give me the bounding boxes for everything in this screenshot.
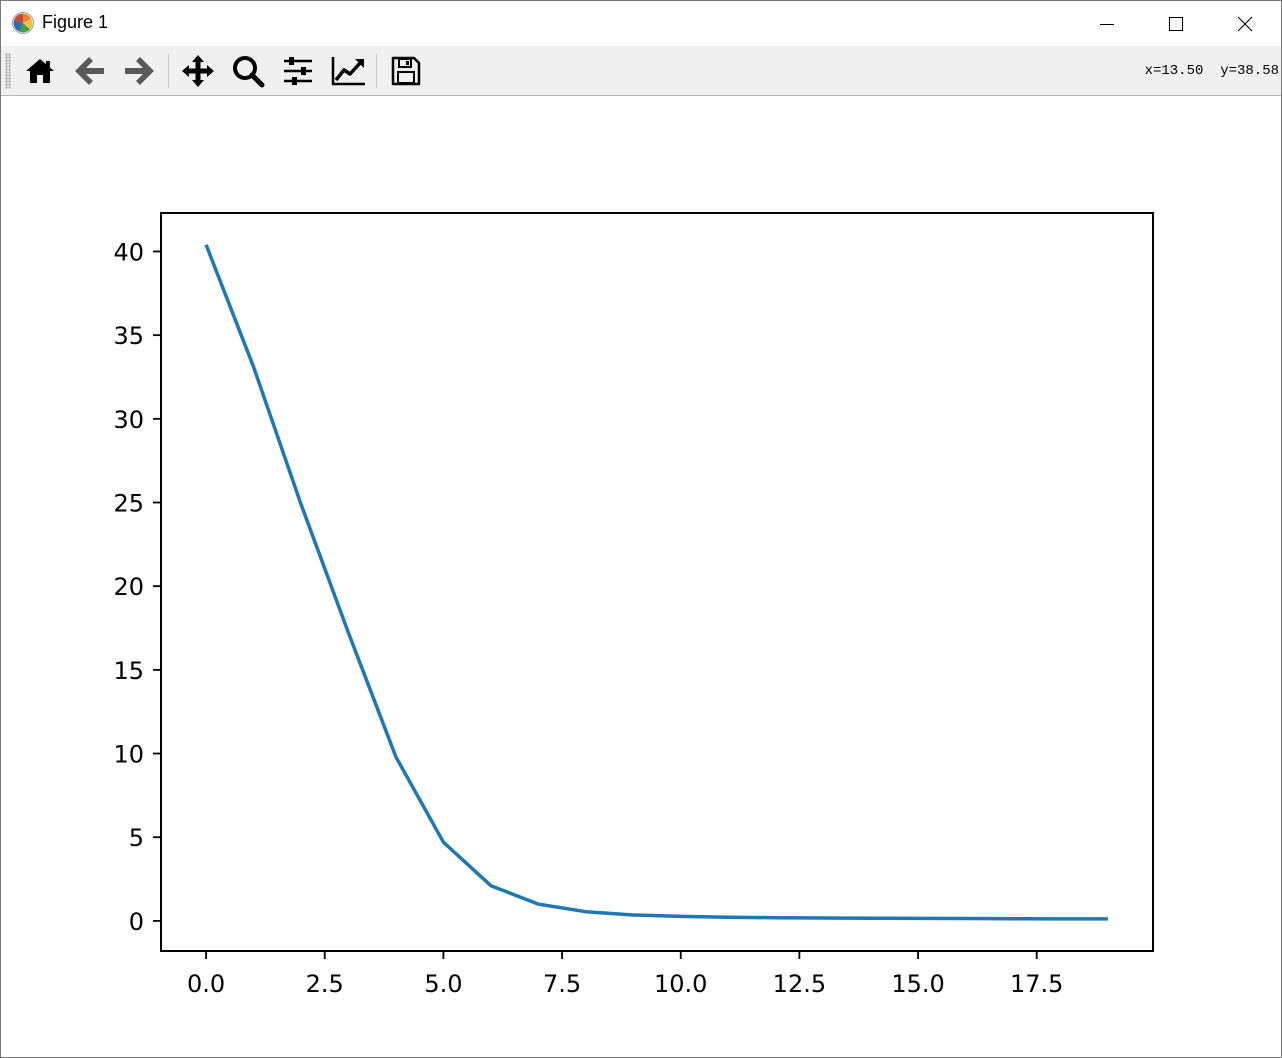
toolbar-grip[interactable] — [5, 53, 11, 89]
close-button[interactable] — [1210, 1, 1279, 46]
y-tick-label: 30 — [113, 406, 144, 434]
home-button[interactable] — [19, 50, 61, 92]
toolbar-separator — [376, 54, 377, 88]
series-line — [204, 244, 1108, 921]
arrow-right-icon — [125, 57, 154, 85]
x-tick-label: 2.5 — [306, 970, 344, 998]
home-icon — [26, 59, 54, 83]
figure-window: Figure 1 x=13.50 y=38.58 0.0 2.5 5.0 7.5… — [0, 0, 1282, 1058]
y-tick-label: 0 — [129, 908, 144, 936]
line-chart-icon — [331, 57, 365, 86]
y-tick-label: 20 — [113, 573, 144, 601]
cursor-coordinates: x=13.50 y=38.58 — [1144, 63, 1279, 79]
save-button[interactable] — [385, 50, 427, 92]
figure-canvas[interactable]: 0.0 2.5 5.0 7.5 10.0 12.5 15.0 17.5 0 5 10 15 20 25 30… — [1, 96, 1281, 1057]
maximize-button[interactable] — [1141, 1, 1210, 46]
window-title: Figure 1 — [42, 12, 109, 32]
maximize-icon — [1168, 16, 1183, 31]
y-tick-label: 40 — [113, 238, 144, 266]
title-bar[interactable]: Figure 1 — [1, 1, 1281, 46]
x-tick-label: 10.0 — [654, 970, 707, 998]
zoom-button[interactable] — [227, 50, 269, 92]
navigation-toolbar: x=13.50 y=38.58 — [1, 46, 1281, 96]
x-tick-label: 12.5 — [773, 970, 826, 998]
x-tick-label: 7.5 — [543, 970, 581, 998]
axes-frame — [160, 212, 1154, 952]
magnifier-icon — [233, 56, 265, 88]
y-tick-label: 25 — [113, 490, 144, 518]
minimize-icon — [1099, 23, 1114, 25]
y-tick-label: 15 — [113, 657, 144, 685]
back-button[interactable] — [69, 50, 111, 92]
line-chart[interactable]: 0.0 2.5 5.0 7.5 10.0 12.5 15.0 17.5 0 5 10 15 20 25 30… — [1, 96, 1281, 1057]
y-tick-label: 5 — [129, 824, 144, 852]
matplotlib-icon — [12, 12, 34, 34]
y-tick-label: 10 — [113, 741, 144, 769]
pan-button[interactable] — [177, 50, 219, 92]
x-tick-label: 5.0 — [424, 970, 462, 998]
x-tick-label: 0.0 — [187, 970, 225, 998]
x-tick-label: 15.0 — [891, 970, 944, 998]
floppy-disk-icon — [391, 56, 421, 86]
minimize-button[interactable] — [1072, 1, 1141, 46]
sliders-icon — [284, 57, 312, 85]
y-tick-label: 35 — [113, 322, 144, 350]
configure-subplots-button[interactable] — [277, 50, 319, 92]
arrow-left-icon — [75, 57, 104, 85]
forward-button[interactable] — [118, 50, 160, 92]
move-icon — [182, 55, 214, 87]
close-icon — [1237, 16, 1252, 31]
toolbar-separator — [168, 54, 169, 88]
edit-axis-button[interactable] — [327, 50, 369, 92]
x-tick-label: 17.5 — [1010, 970, 1063, 998]
